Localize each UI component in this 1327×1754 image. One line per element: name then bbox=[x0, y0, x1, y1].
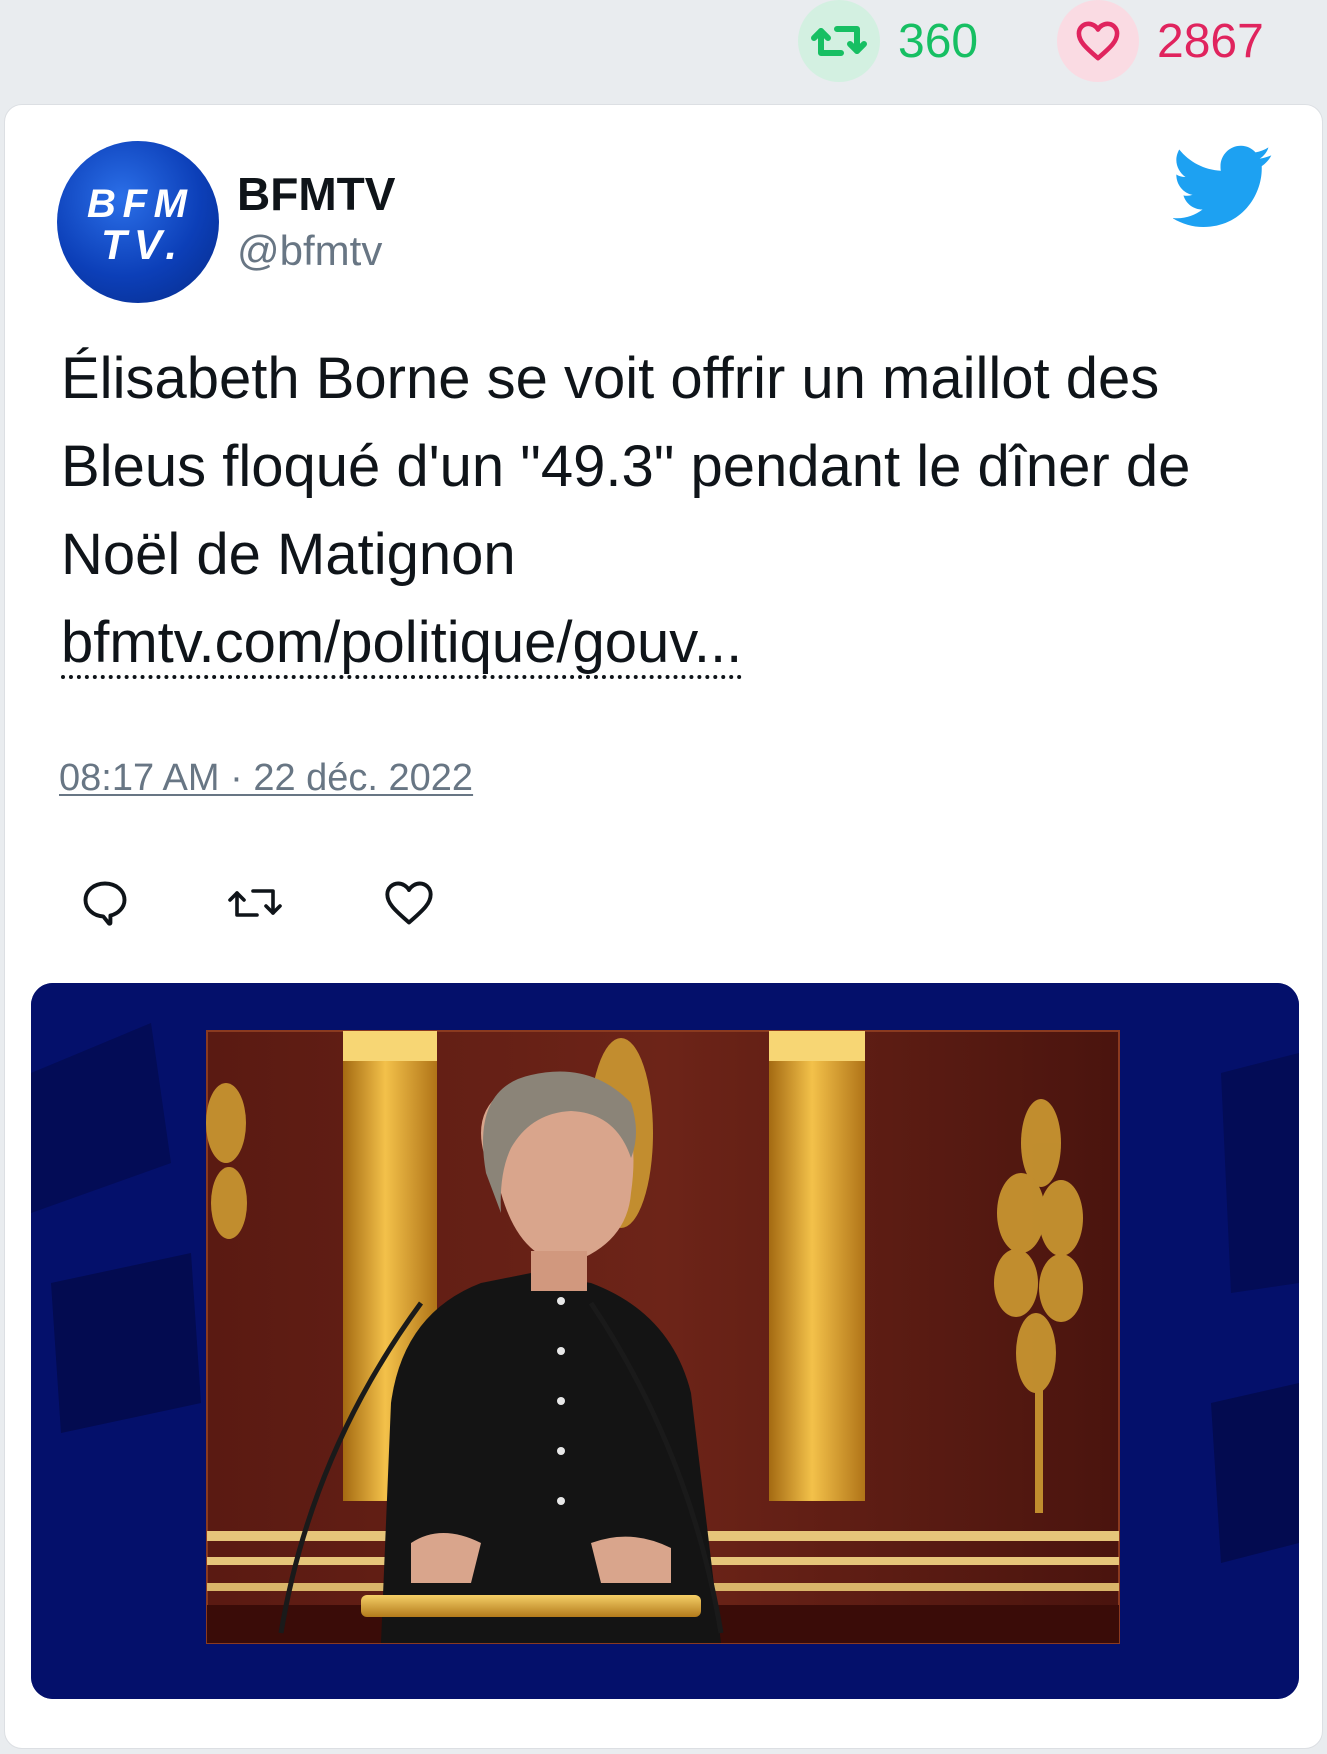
video-frame bbox=[206, 1030, 1120, 1644]
avatar-logo-line1: BFM bbox=[87, 182, 189, 226]
media-thumbnail bbox=[31, 983, 1299, 1699]
tweet-card: BFM TV. BFMTV @bfmtv Élisabeth Borne se … bbox=[4, 104, 1323, 1749]
like-count: 2867 bbox=[1157, 14, 1264, 68]
retweet-count: 360 bbox=[898, 14, 979, 68]
engagement-bar: 360 2867 bbox=[0, 0, 1327, 90]
avatar-logo-line2: TV. bbox=[101, 221, 177, 268]
tweet-link[interactable]: bfmtv.com/politique/gouv... bbox=[61, 610, 743, 679]
reply-icon[interactable] bbox=[79, 877, 131, 929]
like-icon[interactable] bbox=[383, 877, 435, 929]
retweet-action-icon[interactable] bbox=[227, 877, 282, 929]
retweet-icon bbox=[798, 0, 880, 82]
retweet-stat[interactable]: 360 bbox=[798, 0, 978, 82]
tweet-text-block: Élisabeth Borne se voit offrir un maillo… bbox=[61, 335, 1281, 687]
twitter-bird-icon[interactable] bbox=[1172, 145, 1273, 229]
heart-icon bbox=[1057, 0, 1139, 82]
like-stat[interactable]: 2867 bbox=[1057, 0, 1264, 82]
author-handle[interactable]: @bfmtv bbox=[237, 227, 382, 275]
avatar[interactable]: BFM TV. bbox=[57, 141, 219, 303]
tweet-text: Élisabeth Borne se voit offrir un maillo… bbox=[61, 346, 1191, 587]
tweet-timestamp[interactable]: 08:17 AM · 22 déc. 2022 bbox=[59, 757, 473, 800]
author-name[interactable]: BFMTV bbox=[237, 167, 395, 221]
tweet-media[interactable] bbox=[31, 983, 1299, 1699]
